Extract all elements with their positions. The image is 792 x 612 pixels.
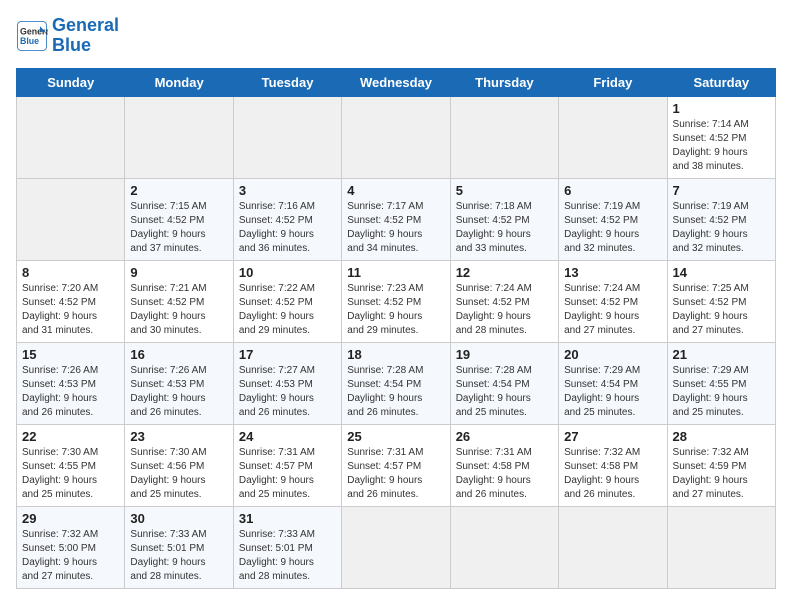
calendar-week-row: 29Sunrise: 7:32 AM Sunset: 5:00 PM Dayli…: [17, 506, 776, 588]
calendar-cell-9: 9Sunrise: 7:21 AM Sunset: 4:52 PM Daylig…: [125, 260, 233, 342]
calendar-cell-15: 15Sunrise: 7:26 AM Sunset: 4:53 PM Dayli…: [17, 342, 125, 424]
calendar-cell-3: 3Sunrise: 7:16 AM Sunset: 4:52 PM Daylig…: [233, 178, 341, 260]
calendar-cell-24: 24Sunrise: 7:31 AM Sunset: 4:57 PM Dayli…: [233, 424, 341, 506]
calendar-week-row: 8Sunrise: 7:20 AM Sunset: 4:52 PM Daylig…: [17, 260, 776, 342]
calendar-cell-7: 7Sunrise: 7:19 AM Sunset: 4:52 PM Daylig…: [667, 178, 775, 260]
calendar-cell-17: 17Sunrise: 7:27 AM Sunset: 4:53 PM Dayli…: [233, 342, 341, 424]
calendar-cell-8: 8Sunrise: 7:20 AM Sunset: 4:52 PM Daylig…: [17, 260, 125, 342]
calendar-cell-empty: [559, 96, 667, 178]
calendar-cell-27: 27Sunrise: 7:32 AM Sunset: 4:58 PM Dayli…: [559, 424, 667, 506]
calendar-body: 1Sunrise: 7:14 AM Sunset: 4:52 PM Daylig…: [17, 96, 776, 588]
calendar-cell-23: 23Sunrise: 7:30 AM Sunset: 4:56 PM Dayli…: [125, 424, 233, 506]
calendar-week-row: 2Sunrise: 7:15 AM Sunset: 4:52 PM Daylig…: [17, 178, 776, 260]
calendar-cell-5: 5Sunrise: 7:18 AM Sunset: 4:52 PM Daylig…: [450, 178, 558, 260]
day-header-friday: Friday: [559, 68, 667, 96]
calendar-cell-20: 20Sunrise: 7:29 AM Sunset: 4:54 PM Dayli…: [559, 342, 667, 424]
calendar-cell-28: 28Sunrise: 7:32 AM Sunset: 4:59 PM Dayli…: [667, 424, 775, 506]
calendar-week-row: 1Sunrise: 7:14 AM Sunset: 4:52 PM Daylig…: [17, 96, 776, 178]
calendar-cell-empty: [450, 96, 558, 178]
calendar-cell-25: 25Sunrise: 7:31 AM Sunset: 4:57 PM Dayli…: [342, 424, 450, 506]
calendar-cell-19: 19Sunrise: 7:28 AM Sunset: 4:54 PM Dayli…: [450, 342, 558, 424]
days-header-row: SundayMondayTuesdayWednesdayThursdayFrid…: [17, 68, 776, 96]
calendar-cell-22: 22Sunrise: 7:30 AM Sunset: 4:55 PM Dayli…: [17, 424, 125, 506]
day-header-wednesday: Wednesday: [342, 68, 450, 96]
calendar-cell-empty: [342, 506, 450, 588]
calendar-cell-14: 14Sunrise: 7:25 AM Sunset: 4:52 PM Dayli…: [667, 260, 775, 342]
calendar-cell-12: 12Sunrise: 7:24 AM Sunset: 4:52 PM Dayli…: [450, 260, 558, 342]
day-header-thursday: Thursday: [450, 68, 558, 96]
calendar-cell-4: 4Sunrise: 7:17 AM Sunset: 4:52 PM Daylig…: [342, 178, 450, 260]
day-header-saturday: Saturday: [667, 68, 775, 96]
calendar-cell-21: 21Sunrise: 7:29 AM Sunset: 4:55 PM Dayli…: [667, 342, 775, 424]
calendar-cell-empty: [17, 96, 125, 178]
calendar-cell-empty: [233, 96, 341, 178]
calendar-cell-1: 1Sunrise: 7:14 AM Sunset: 4:52 PM Daylig…: [667, 96, 775, 178]
svg-text:Blue: Blue: [20, 36, 39, 46]
calendar-cell-empty: [17, 178, 125, 260]
calendar-cell-31: 31Sunrise: 7:33 AM Sunset: 5:01 PM Dayli…: [233, 506, 341, 588]
calendar-cell-10: 10Sunrise: 7:22 AM Sunset: 4:52 PM Dayli…: [233, 260, 341, 342]
day-header-sunday: Sunday: [17, 68, 125, 96]
calendar-cell-2: 2Sunrise: 7:15 AM Sunset: 4:52 PM Daylig…: [125, 178, 233, 260]
calendar-cell-empty: [559, 506, 667, 588]
calendar-cell-30: 30Sunrise: 7:33 AM Sunset: 5:01 PM Dayli…: [125, 506, 233, 588]
day-header-tuesday: Tuesday: [233, 68, 341, 96]
calendar-cell-empty: [667, 506, 775, 588]
page-header: General Blue General Blue: [16, 16, 776, 56]
logo-icon: General Blue: [16, 20, 48, 52]
calendar-cell-6: 6Sunrise: 7:19 AM Sunset: 4:52 PM Daylig…: [559, 178, 667, 260]
calendar-cell-26: 26Sunrise: 7:31 AM Sunset: 4:58 PM Dayli…: [450, 424, 558, 506]
calendar-cell-11: 11Sunrise: 7:23 AM Sunset: 4:52 PM Dayli…: [342, 260, 450, 342]
calendar-cell-empty: [450, 506, 558, 588]
calendar-cell-empty: [125, 96, 233, 178]
calendar-cell-16: 16Sunrise: 7:26 AM Sunset: 4:53 PM Dayli…: [125, 342, 233, 424]
calendar-cell-empty: [342, 96, 450, 178]
day-header-monday: Monday: [125, 68, 233, 96]
calendar-table: SundayMondayTuesdayWednesdayThursdayFrid…: [16, 68, 776, 589]
calendar-cell-13: 13Sunrise: 7:24 AM Sunset: 4:52 PM Dayli…: [559, 260, 667, 342]
calendar-week-row: 15Sunrise: 7:26 AM Sunset: 4:53 PM Dayli…: [17, 342, 776, 424]
logo: General Blue General Blue: [16, 16, 119, 56]
calendar-week-row: 22Sunrise: 7:30 AM Sunset: 4:55 PM Dayli…: [17, 424, 776, 506]
calendar-cell-29: 29Sunrise: 7:32 AM Sunset: 5:00 PM Dayli…: [17, 506, 125, 588]
calendar-cell-18: 18Sunrise: 7:28 AM Sunset: 4:54 PM Dayli…: [342, 342, 450, 424]
